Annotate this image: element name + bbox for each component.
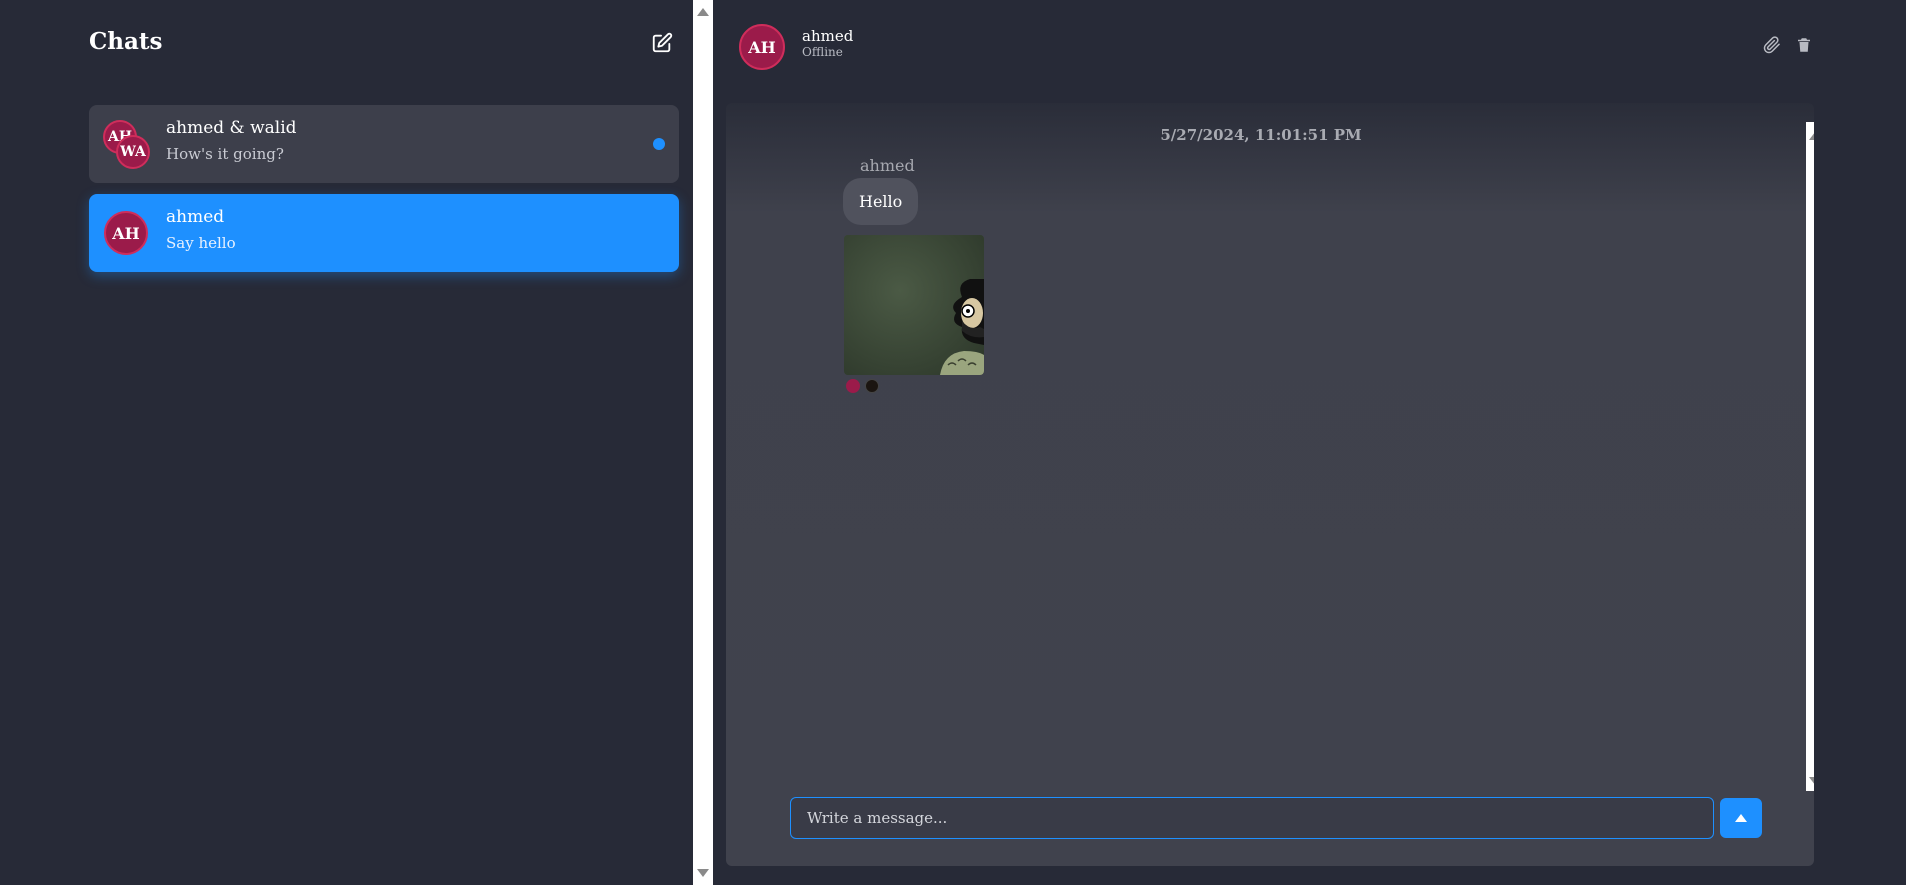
contact-name: ahmed [802,27,854,45]
message-timestamp: 5/27/2024, 11:01:51 PM [1160,126,1362,144]
compose-icon[interactable] [651,32,673,54]
send-arrow-icon [1735,814,1747,822]
chat-list-item-active[interactable]: AH ahmed Say hello [89,194,679,272]
messages-scrollbar[interactable] [1806,122,1814,791]
contact-avatar: AH [739,24,785,70]
avatar: WA [116,135,150,169]
unread-indicator [653,138,665,150]
chat-preview: Say hello [166,234,236,252]
message-area: 5/27/2024, 11:01:51 PM ahmed Hello [726,103,1814,866]
message-input[interactable] [790,797,1714,839]
chat-preview: How's it going? [166,145,284,163]
conversation-pane: AH ahmed Offline 5/27/2024, 11:01:51 PM … [713,0,1906,885]
contact-status: Offline [802,45,843,59]
sidebar-title: Chats [89,28,163,55]
chat-name: ahmed & walid [166,118,297,138]
chat-name: ahmed [166,207,225,227]
trash-icon[interactable] [1795,36,1815,56]
message-sender: ahmed [860,156,915,175]
send-button[interactable] [1720,798,1762,838]
scroll-up-icon[interactable] [697,8,709,16]
scroll-up-icon[interactable] [1809,132,1814,140]
image-attachment[interactable] [844,235,984,375]
scroll-down-icon[interactable] [1809,777,1814,785]
reaction-dot[interactable] [865,379,879,393]
message-bubble: Hello [843,178,919,225]
reaction-dot[interactable] [846,379,860,393]
sidebar-scrollbar[interactable] [693,0,713,885]
chat-sidebar: Chats AH WA ahmed & walid How's it going… [0,0,693,885]
chat-list-item-group[interactable]: AH WA ahmed & walid How's it going? [89,105,679,183]
paperclip-icon[interactable] [1763,36,1783,56]
scroll-down-icon[interactable] [697,869,709,877]
avatar: AH [104,211,148,255]
